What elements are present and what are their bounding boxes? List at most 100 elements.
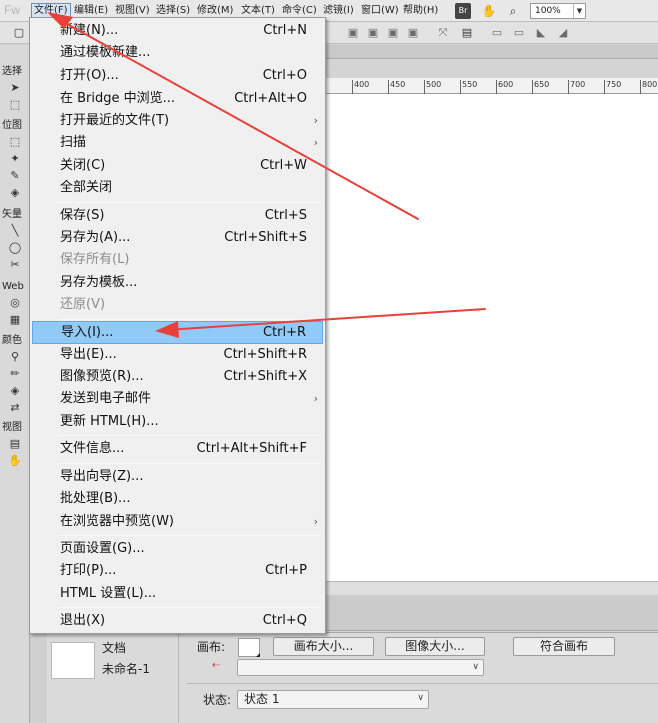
align-icon[interactable]: ▤	[460, 26, 474, 40]
fireworks-logo: Fw	[4, 3, 20, 17]
menu-item-label: 文件信息...	[60, 441, 125, 456]
zoom-level-value: 100%	[535, 6, 561, 16]
menu-item-label: 关闭(C)	[60, 158, 106, 173]
menu-item-revert: 还原(V)	[32, 294, 323, 316]
menu-item-label: 导出(E)...	[60, 347, 117, 362]
menu-item-send-email[interactable]: 发送到电子邮件 ›	[32, 388, 323, 410]
group-icon[interactable]: ▣	[346, 26, 360, 40]
link-icon: ⇠	[212, 660, 221, 671]
menu-item-shortcut: Ctrl+O	[262, 68, 307, 83]
menu-item-batch-process[interactable]: 批处理(B)...	[32, 488, 323, 510]
state-value: 状态 1	[244, 692, 280, 706]
menu-item-html-settings[interactable]: HTML 设置(L)...	[32, 583, 323, 605]
flip-horizontal-icon[interactable]: ◣	[534, 26, 548, 40]
menu-item-import[interactable]: 导入(I)... Ctrl+R	[32, 321, 323, 344]
eyedropper-tool-icon[interactable]: ⚲	[8, 350, 22, 364]
menu-item-exit[interactable]: 退出(X) Ctrl+Q	[32, 610, 323, 632]
menu-item-label: 批处理(B)...	[60, 491, 131, 506]
menu-item-close[interactable]: 关闭(C) Ctrl+W	[32, 155, 323, 177]
flip-vertical-icon[interactable]: ◢	[556, 26, 570, 40]
transform-icon[interactable]: ⤧	[436, 26, 450, 40]
menu-window[interactable]: 窗口(W)	[359, 3, 401, 19]
scale-tool-icon[interactable]: ⬚	[8, 98, 22, 112]
document-canvas[interactable]	[325, 94, 658, 581]
brush-tool-icon[interactable]: ✎	[8, 169, 22, 183]
hand-tool-small-icon[interactable]: ✋	[8, 454, 22, 468]
rotate-icon[interactable]: ▭	[490, 26, 504, 40]
tools-section-colors: 颜色	[2, 335, 22, 346]
menu-item-label: 扫描	[60, 135, 87, 150]
menu-filters[interactable]: 滤镜(I)	[321, 3, 356, 19]
menu-item-label: 在 Bridge 中浏览...	[60, 91, 176, 106]
submenu-arrow-icon: ›	[313, 136, 318, 149]
menu-item-new[interactable]: 新建(N)... Ctrl+N	[32, 20, 323, 42]
horizontal-scrollbar[interactable]	[325, 581, 658, 595]
marquee-tool-icon[interactable]: ⬚	[8, 135, 22, 149]
menu-item-update-html[interactable]: 更新 HTML(H)...	[32, 411, 323, 433]
menu-item-save[interactable]: 保存(S) Ctrl+S	[32, 205, 323, 227]
file-menu-dropdown: 新建(N)... Ctrl+N 通过模板新建... 打开(O)... Ctrl+O …	[29, 17, 326, 634]
menu-item-label: 打印(P)...	[60, 563, 117, 578]
menu-item-export-wizard[interactable]: 导出向导(Z)...	[32, 466, 323, 488]
menu-item-page-setup[interactable]: 页面设置(G)...	[32, 538, 323, 560]
fill-color-icon[interactable]: ◈	[8, 384, 22, 398]
knife-tool-icon[interactable]: ✂	[8, 258, 22, 272]
menu-item-open-recent[interactable]: 打开最近的文件(T) ›	[32, 110, 323, 132]
ruler-tick: 700	[568, 80, 585, 94]
state-label: 状态:	[203, 693, 232, 707]
menu-item-export[interactable]: 导出(E)... Ctrl+Shift+R	[32, 344, 323, 366]
menu-item-label: 导出向导(Z)...	[60, 469, 144, 484]
zoom-tool-icon[interactable]: ⌕	[505, 3, 521, 19]
hotspot-tool-icon[interactable]: ◎	[8, 296, 22, 310]
swap-colors-icon[interactable]: ⇄	[8, 401, 22, 415]
ungroup-icon[interactable]: ▣	[366, 26, 380, 40]
image-size-button[interactable]: 图像大小...	[385, 637, 485, 656]
menu-item-label: 打开(O)...	[60, 68, 119, 83]
blur-tool-icon[interactable]: ◈	[8, 186, 22, 200]
menu-item-label: 发送到电子邮件	[60, 391, 152, 406]
canvas-color-swatch[interactable]	[238, 638, 260, 657]
canvas-label: 画布:	[197, 640, 226, 654]
menu-item-label: 保存(S)	[60, 208, 105, 223]
zoom-level-select[interactable]: 100% ▼	[530, 3, 586, 19]
menu-item-close-all[interactable]: 全部关闭	[32, 177, 323, 199]
menu-item-shortcut: Ctrl+Shift+S	[224, 230, 307, 245]
split-icon[interactable]: ▣	[406, 26, 420, 40]
property-dropdown[interactable]: ∨	[237, 659, 484, 676]
canvas-size-button[interactable]: 画布大小...	[273, 637, 374, 656]
chevron-down-icon[interactable]: ▼	[573, 4, 585, 18]
ruler-tick: 400	[352, 80, 369, 94]
menu-item-print[interactable]: 打印(P)... Ctrl+P	[32, 560, 323, 582]
menu-item-new-from-template[interactable]: 通过模板新建...	[32, 42, 323, 64]
menu-item-save-as[interactable]: 另存为(A)... Ctrl+Shift+S	[32, 227, 323, 249]
menu-item-file-info[interactable]: 文件信息... Ctrl+Alt+Shift+F	[32, 438, 323, 460]
line-tool-icon[interactable]: ╲	[8, 224, 22, 238]
flip-icon[interactable]: ▭	[512, 26, 526, 40]
hand-tool-icon[interactable]: ✋	[481, 3, 497, 19]
tools-section-web: Web	[2, 281, 24, 292]
menu-item-save-as-template[interactable]: 另存为模板...	[32, 272, 323, 294]
screen-mode-icon[interactable]: ▤	[8, 437, 22, 451]
pointer-tool-icon[interactable]: ➤	[8, 81, 22, 95]
document-type-label: 文档	[102, 641, 127, 655]
slice-tool-icon[interactable]: ▦	[8, 313, 22, 327]
bridge-icon[interactable]: Br	[455, 3, 471, 19]
menu-item-label: 另存为模板...	[60, 275, 138, 290]
magic-wand-tool-icon[interactable]: ✦	[8, 152, 22, 166]
ruler-tick: 600	[496, 80, 513, 94]
menu-item-label: 图像预览(R)...	[60, 369, 144, 384]
new-document-icon[interactable]: ▢	[12, 26, 26, 40]
menu-item-preview-in-browser[interactable]: 在浏览器中预览(W) ›	[32, 511, 323, 533]
properties-divider	[178, 633, 179, 723]
pencil-color-icon[interactable]: ✏	[8, 367, 22, 381]
menu-item-scan[interactable]: 扫描 ›	[32, 132, 323, 154]
menu-item-browse-in-bridge[interactable]: 在 Bridge 中浏览... Ctrl+Alt+O	[32, 88, 323, 110]
rectangle-tool-icon[interactable]: ◯	[8, 241, 22, 255]
menu-item-image-preview[interactable]: 图像预览(R)... Ctrl+Shift+X	[32, 366, 323, 388]
menu-item-open[interactable]: 打开(O)... Ctrl+O	[32, 65, 323, 87]
menu-item-shortcut: Ctrl+P	[265, 563, 307, 578]
join-icon[interactable]: ▣	[386, 26, 400, 40]
fit-canvas-button[interactable]: 符合画布	[513, 637, 615, 656]
state-select[interactable]: 状态 1 ∨	[237, 690, 429, 709]
menu-help[interactable]: 帮助(H)	[401, 3, 440, 19]
